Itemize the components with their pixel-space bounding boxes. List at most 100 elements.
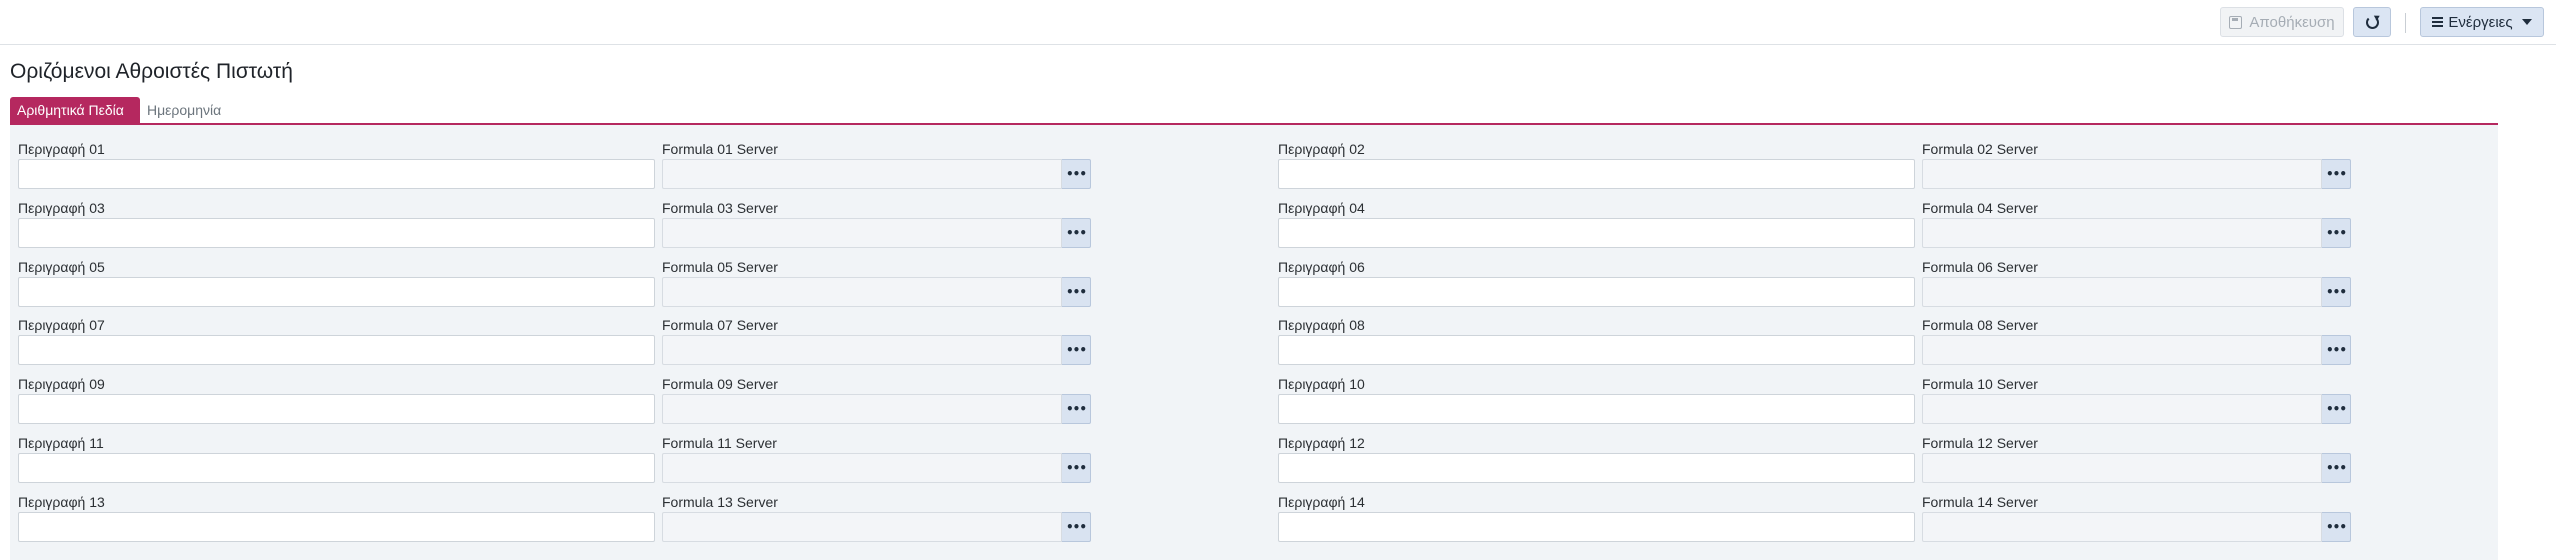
formula-07-input[interactable] [662,335,1062,365]
description-03-label: Περιγραφή 03 [18,200,105,216]
ellipsis-icon: ••• [2325,226,2347,240]
ellipsis-icon: ••• [1065,285,1087,299]
formula-10-editor-button[interactable]: ••• [2322,394,2351,424]
refresh-button[interactable] [2353,7,2391,37]
description-14-input[interactable] [1278,512,1915,542]
formula-11-input[interactable] [662,453,1062,483]
formula-03-input[interactable] [662,218,1062,248]
formula-12-editor-button[interactable]: ••• [2322,453,2351,483]
description-09-input[interactable] [18,394,655,424]
ellipsis-icon: ••• [1065,167,1087,181]
description-02-label: Περιγραφή 02 [1278,141,1365,157]
page-title: Οριζόμενοι Αθροιστές Πιστωτή [10,60,293,83]
ellipsis-icon: ••• [2325,285,2347,299]
description-01-input[interactable] [18,159,655,189]
description-12-input[interactable] [1278,453,1915,483]
formula-05-editor-button[interactable]: ••• [1062,277,1091,307]
description-10-input[interactable] [1278,394,1915,424]
actions-button-label: Ενέργειες [2448,13,2513,31]
description-09-label: Περιγραφή 09 [18,376,105,392]
description-01-label: Περιγραφή 01 [18,141,105,157]
formula-11-editor-button[interactable]: ••• [1062,453,1091,483]
description-11-input[interactable] [18,453,655,483]
formula-13-input[interactable] [662,512,1062,542]
formula-02-input[interactable] [1922,159,2322,189]
ellipsis-icon: ••• [1065,520,1087,534]
caret-down-icon [2521,19,2532,25]
formula-14-input[interactable] [1922,512,2322,542]
description-04-input[interactable] [1278,218,1915,248]
formula-14-editor-button[interactable]: ••• [2322,512,2351,542]
ellipsis-icon: ••• [1065,343,1087,357]
ellipsis-icon: ••• [1065,402,1087,416]
formula-13-label: Formula 13 Server [662,494,778,510]
description-03-input[interactable] [18,218,655,248]
formula-06-label: Formula 06 Server [1922,259,2038,275]
formula-14-label: Formula 14 Server [1922,494,2038,510]
tab-numeric-fields[interactable]: Αριθμητικά Πεδία [10,97,140,123]
formula-12-input[interactable] [1922,453,2322,483]
description-05-label: Περιγραφή 05 [18,259,105,275]
formula-05-input[interactable] [662,277,1062,307]
description-06-input[interactable] [1278,277,1915,307]
formula-01-input[interactable] [662,159,1062,189]
description-07-label: Περιγραφή 07 [18,317,105,333]
formula-06-editor-button[interactable]: ••• [2322,277,2351,307]
save-button-label: Αποθήκευση [2249,13,2335,31]
tab-bar: Αριθμητικά Πεδία Ημερομηνία [10,97,2498,125]
description-11-label: Περιγραφή 11 [18,435,104,451]
formula-10-input[interactable] [1922,394,2322,424]
formula-03-label: Formula 03 Server [662,200,778,216]
fields-panel: Περιγραφή 01 Formula 01 Server ••• Περιγραφ… [10,125,2498,560]
formula-01-editor-button[interactable]: ••• [1062,159,1091,189]
formula-11-label: Formula 11 Server [662,435,777,451]
ellipsis-icon: ••• [2325,402,2347,416]
formula-12-label: Formula 12 Server [1922,435,2038,451]
ellipsis-icon: ••• [2325,167,2347,181]
formula-07-editor-button[interactable]: ••• [1062,335,1091,365]
description-10-label: Περιγραφή 10 [1278,376,1365,392]
ellipsis-icon: ••• [2325,343,2347,357]
formula-03-editor-button[interactable]: ••• [1062,218,1091,248]
description-13-label: Περιγραφή 13 [18,494,105,510]
description-14-label: Περιγραφή 14 [1278,494,1365,510]
formula-08-label: Formula 08 Server [1922,317,2038,333]
menu-icon [2432,17,2444,27]
description-07-input[interactable] [18,335,655,365]
tab-date[interactable]: Ημερομηνία [147,97,221,123]
description-02-input[interactable] [1278,159,1915,189]
ellipsis-icon: ••• [2325,461,2347,475]
formula-10-label: Formula 10 Server [1922,376,2038,392]
formula-08-input[interactable] [1922,335,2322,365]
formula-06-input[interactable] [1922,277,2322,307]
ellipsis-icon: ••• [2325,520,2347,534]
formula-04-label: Formula 04 Server [1922,200,2038,216]
formula-08-editor-button[interactable]: ••• [2322,335,2351,365]
refresh-icon [2365,15,2379,29]
formula-09-label: Formula 09 Server [662,376,778,392]
ellipsis-icon: ••• [1065,226,1087,240]
formula-09-input[interactable] [662,394,1062,424]
formula-05-label: Formula 05 Server [662,259,778,275]
save-icon [2229,15,2243,29]
formula-02-label: Formula 02 Server [1922,141,2038,157]
formula-09-editor-button[interactable]: ••• [1062,394,1091,424]
formula-04-editor-button[interactable]: ••• [2322,218,2351,248]
actions-dropdown-button[interactable]: Ενέργειες [2420,7,2544,37]
description-12-label: Περιγραφή 12 [1278,435,1365,451]
formula-01-label: Formula 01 Server [662,141,778,157]
ellipsis-icon: ••• [1065,461,1087,475]
description-05-input[interactable] [18,277,655,307]
toolbar-divider [2405,13,2406,33]
top-toolbar: Αποθήκευση Ενέργειες [0,0,2556,45]
description-08-input[interactable] [1278,335,1915,365]
description-08-label: Περιγραφή 08 [1278,317,1365,333]
save-button[interactable]: Αποθήκευση [2220,7,2344,37]
formula-13-editor-button[interactable]: ••• [1062,512,1091,542]
description-04-label: Περιγραφή 04 [1278,200,1365,216]
description-13-input[interactable] [18,512,655,542]
formula-07-label: Formula 07 Server [662,317,778,333]
formula-02-editor-button[interactable]: ••• [2322,159,2351,189]
description-06-label: Περιγραφή 06 [1278,259,1365,275]
formula-04-input[interactable] [1922,218,2322,248]
